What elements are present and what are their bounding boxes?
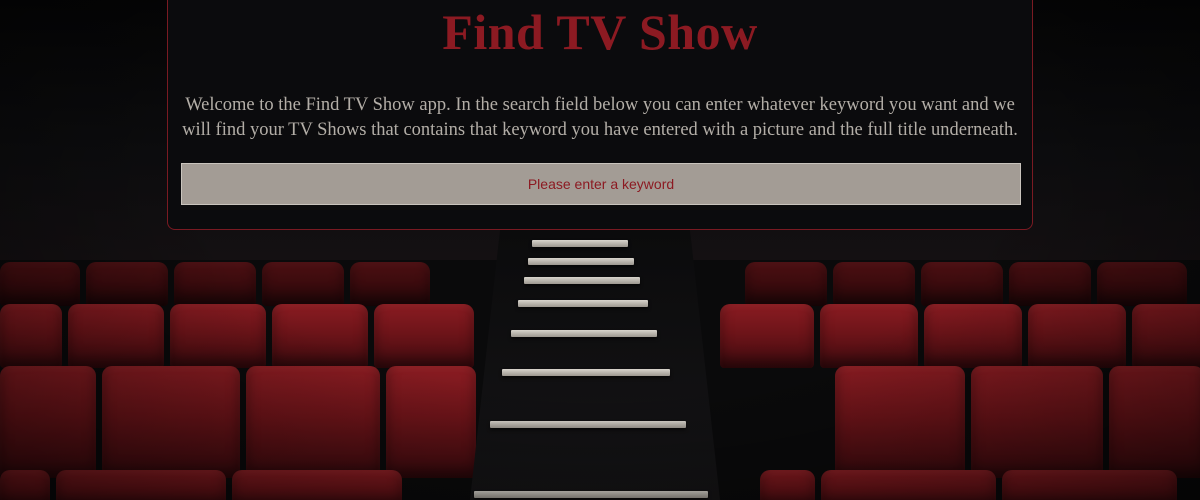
aisle — [470, 230, 720, 500]
cinema-seat — [170, 304, 266, 368]
cinema-seat — [246, 366, 380, 478]
stair-step — [474, 491, 708, 498]
cinema-seat — [1132, 304, 1200, 368]
stair-step — [490, 421, 686, 428]
search-card: Find TV Show Welcome to the Find TV Show… — [167, 0, 1033, 230]
cinema-seat — [262, 262, 344, 306]
cinema-seat — [174, 262, 256, 306]
stair-step — [528, 258, 634, 265]
page-title: Find TV Show — [442, 4, 758, 60]
cinema-seat — [833, 262, 915, 306]
cinema-seat — [0, 366, 96, 478]
cinema-seat — [1109, 366, 1200, 478]
cinema-seat — [0, 262, 80, 306]
stair-step — [518, 300, 648, 307]
cinema-seat — [350, 262, 430, 306]
stair-step — [532, 240, 628, 247]
cinema-seat — [0, 304, 62, 368]
seat-row — [0, 262, 430, 306]
cinema-seat — [232, 470, 402, 500]
cinema-seat — [820, 304, 918, 368]
seat-row — [0, 304, 474, 368]
seat-row — [0, 470, 402, 500]
cinema-seat — [720, 304, 814, 368]
cinema-seat — [386, 366, 476, 478]
stair-step — [502, 369, 670, 376]
cinema-seat — [68, 304, 164, 368]
cinema-seat — [1028, 304, 1126, 368]
seat-row — [745, 262, 1187, 306]
seat-row — [760, 470, 1177, 500]
cinema-seat — [924, 304, 1022, 368]
cinema-seat — [745, 262, 827, 306]
cinema-seat — [921, 262, 1003, 306]
cinema-seat — [56, 470, 226, 500]
cinema-seat — [835, 366, 965, 478]
cinema-seat — [1002, 470, 1177, 500]
cinema-seat — [971, 366, 1103, 478]
cinema-seat — [272, 304, 368, 368]
stair-step — [511, 330, 657, 337]
cinema-seat — [1009, 262, 1091, 306]
search-input[interactable] — [181, 163, 1021, 205]
cinema-seat — [374, 304, 474, 368]
cinema-seat — [821, 470, 996, 500]
seat-row — [720, 304, 1200, 368]
cinema-seat — [0, 470, 50, 500]
stair-step — [524, 277, 640, 284]
cinema-seat — [102, 366, 240, 478]
cinema-seat — [760, 470, 815, 500]
seat-row — [0, 366, 476, 478]
seat-row — [835, 366, 1200, 478]
intro-text: Welcome to the Find TV Show app. In the … — [182, 95, 1018, 140]
cinema-seat — [1097, 262, 1187, 306]
cinema-seat — [86, 262, 168, 306]
